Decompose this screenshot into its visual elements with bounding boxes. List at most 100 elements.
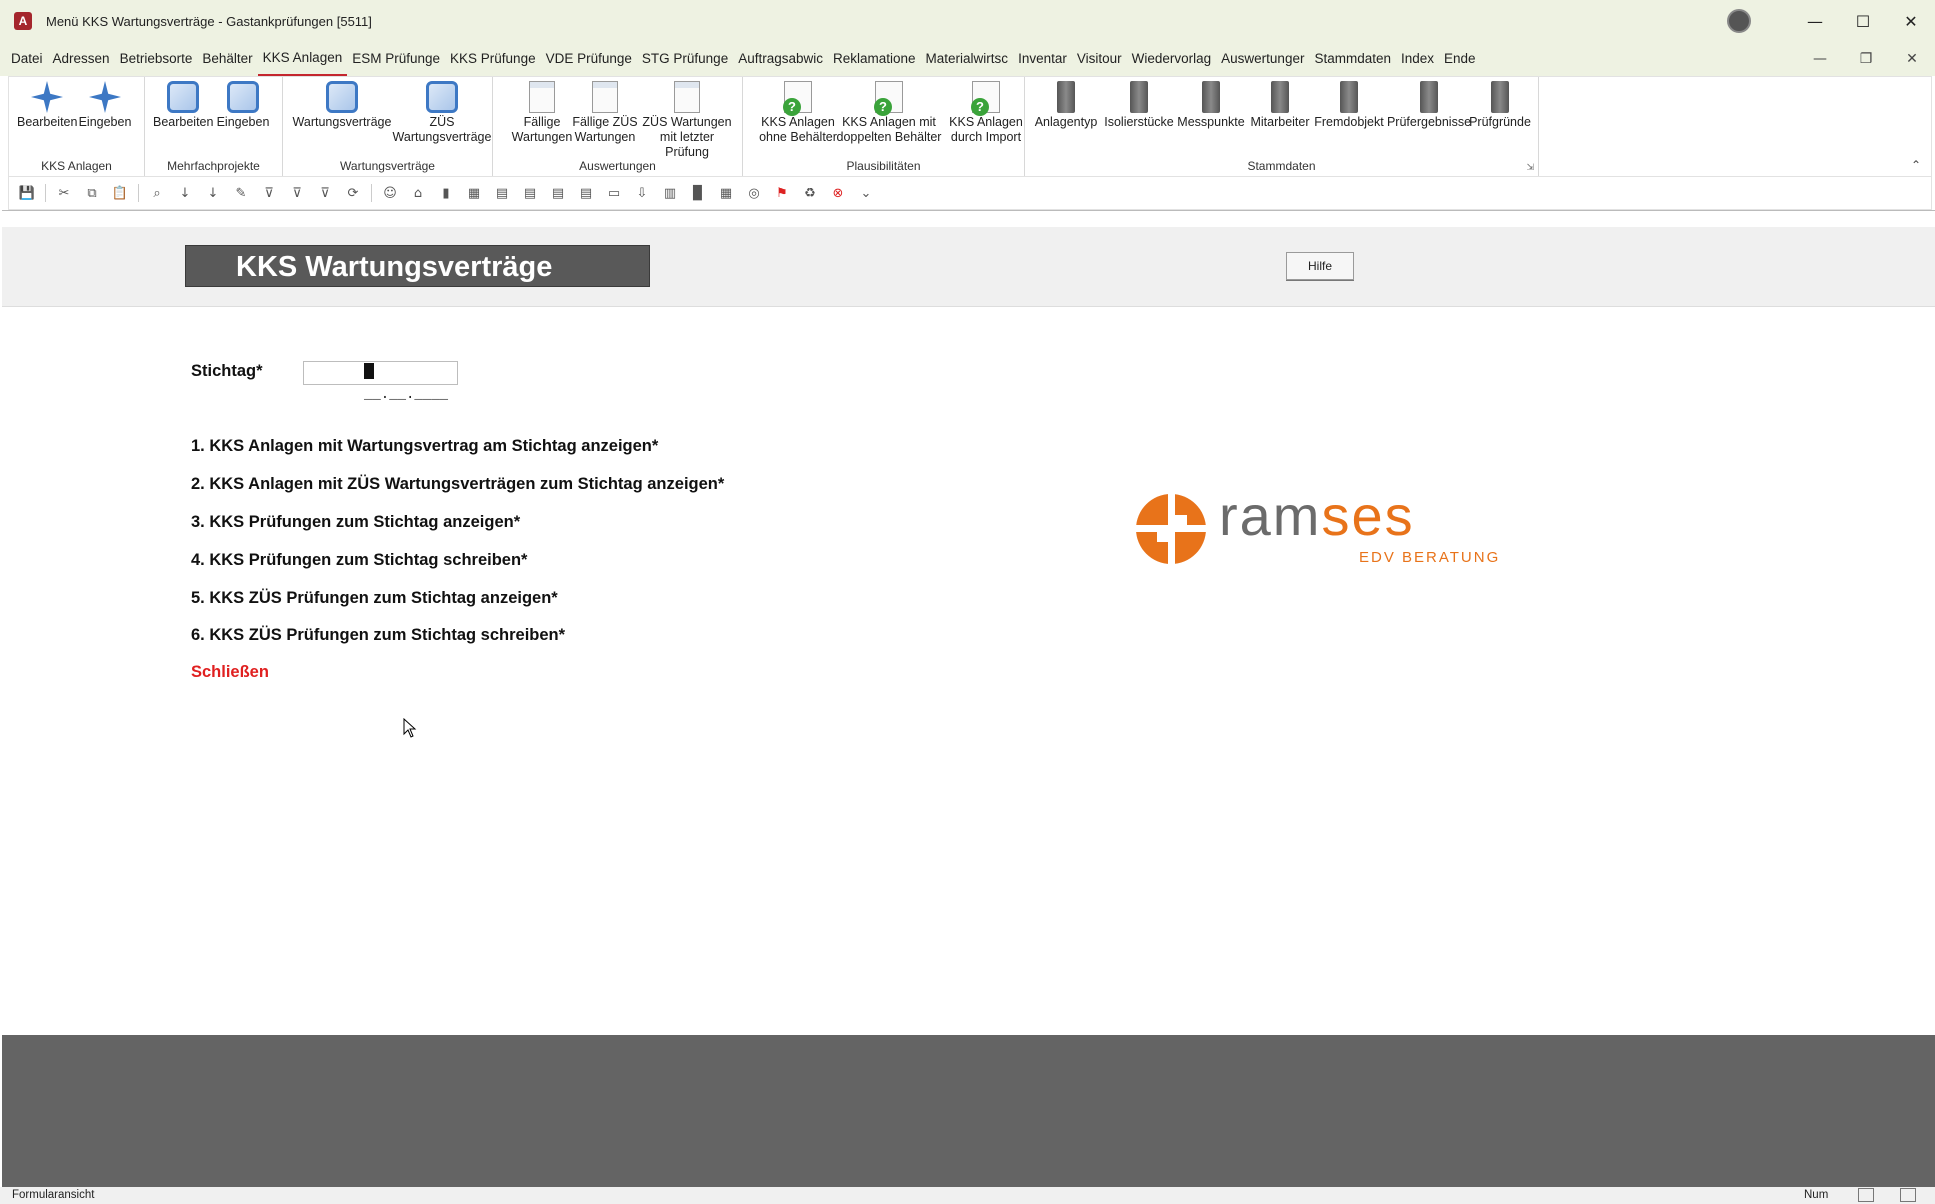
stichtag-date-input[interactable]: __.__.____: [303, 361, 458, 403]
menu-ende[interactable]: Ende: [1439, 42, 1481, 76]
menu-auswertunger[interactable]: Auswertunger: [1216, 42, 1309, 76]
ribbon-button-fällige-züs-wartungen[interactable]: Fällige ZÜS Wartungen: [569, 81, 641, 145]
menu-reklamatione[interactable]: Reklamatione: [828, 42, 921, 76]
menu-stg-prüfunge[interactable]: STG Prüfunge: [637, 42, 733, 76]
menu-visitour[interactable]: Visitour: [1072, 42, 1127, 76]
close-link[interactable]: Schließen: [191, 663, 269, 682]
ribbon-button-messpunkte[interactable]: Messpunkte: [1175, 81, 1247, 130]
ribbon-button-prüfergebnisse[interactable]: Prüfergebnisse: [1385, 81, 1473, 130]
save-icon[interactable]: 💾: [13, 182, 41, 204]
chart-icon[interactable]: ▉: [684, 182, 712, 204]
option-link-5[interactable]: 5. KKS ZÜS Prüfungen zum Stichtag anzeig…: [191, 589, 558, 608]
help-button[interactable]: Hilfe: [1286, 252, 1354, 280]
ribbon-button-isolierstücke[interactable]: Isolierstücke: [1099, 81, 1179, 130]
mdi-minimize-button[interactable]: —: [1797, 51, 1843, 67]
menu-vde-prüfunge[interactable]: VDE Prüfunge: [541, 42, 637, 76]
menu-datei[interactable]: Datei: [6, 42, 48, 76]
menu-kks-anlagen[interactable]: KKS Anlagen: [257, 42, 348, 76]
find-icon[interactable]: ⌕: [143, 182, 171, 204]
form3-icon[interactable]: ▤: [544, 182, 572, 204]
ribbon-button-kks-anlagen-ohne-behälter[interactable]: KKS Anlagen ohne Behälter: [753, 81, 843, 145]
option-link-1[interactable]: 1. KKS Anlagen mit Wartungsvertrag am St…: [191, 437, 658, 456]
stop-icon[interactable]: ⊗: [824, 182, 852, 204]
ribbon-button-mitarbeiter[interactable]: Mitarbeiter: [1245, 81, 1315, 130]
grid-icon[interactable]: ▦: [712, 182, 740, 204]
ribbon-group-label: KKS Anlagen: [41, 159, 112, 173]
menu-wiedervorlag[interactable]: Wiedervorlag: [1127, 42, 1217, 76]
ribbon-button-kks-anlagen-mit-doppelten-behälter[interactable]: KKS Anlagen mit doppelten Behälter: [835, 81, 943, 145]
ribbon-button-eingeben[interactable]: Eingeben: [75, 81, 135, 130]
form-view-icon[interactable]: [1858, 1188, 1874, 1202]
ribbon-button-fällige-wartungen[interactable]: Fällige Wartungen: [511, 81, 573, 145]
menu-behälter[interactable]: Behälter: [197, 42, 257, 76]
cut-icon[interactable]: ✂: [50, 182, 78, 204]
ramses-logo: ramses EDV BERATUNG: [1135, 489, 1498, 566]
ribbon-button-eingeben[interactable]: Eingeben: [213, 81, 273, 130]
refresh-icon[interactable]: ⟳: [339, 182, 367, 204]
option-link-6[interactable]: 6. KKS ZÜS Prüfungen zum Stichtag schrei…: [191, 626, 565, 645]
minimize-button[interactable]: —: [1791, 0, 1839, 42]
collapse-ribbon-icon[interactable]: ⌃: [1911, 158, 1921, 172]
export-icon[interactable]: ⇩: [628, 182, 656, 204]
dialog-launcher-icon[interactable]: ⇲: [1526, 162, 1534, 173]
option-link-2[interactable]: 2. KKS Anlagen mit ZÜS Wartungsverträgen…: [191, 475, 724, 494]
flag-icon[interactable]: ⚑: [768, 182, 796, 204]
mdi-restore-button[interactable]: ❐: [1843, 51, 1889, 67]
design-view-icon[interactable]: [1900, 1188, 1916, 1202]
spell-icon[interactable]: ✎: [227, 182, 255, 204]
form2-icon[interactable]: ▤: [516, 182, 544, 204]
ribbon-button-anlagentyp[interactable]: Anlagentyp: [1029, 81, 1103, 130]
sort-desc-icon[interactable]: ↓: [199, 182, 227, 204]
menu-adressen[interactable]: Adressen: [48, 42, 115, 76]
ribbon-button-bearbeiten[interactable]: Bearbeiten: [153, 81, 213, 130]
ribbon-button-prüfgründe[interactable]: Prüfgründe: [1465, 81, 1535, 130]
ribbon-button-label: Fremdobjekt: [1314, 115, 1384, 129]
menu-inventar[interactable]: Inventar: [1013, 42, 1072, 76]
menu-esm-prüfunge[interactable]: ESM Prüfunge: [347, 42, 445, 76]
sort-asc-icon[interactable]: ↓: [171, 182, 199, 204]
maximize-button[interactable]: ☐: [1839, 0, 1887, 42]
delete-icon[interactable]: ▮: [432, 182, 460, 204]
table-icon[interactable]: ▦: [460, 182, 488, 204]
people-icon[interactable]: ☺: [376, 182, 404, 204]
ribbon-button-züs-wartungsverträge[interactable]: ZÜS Wartungsverträge: [387, 81, 497, 145]
paste-icon[interactable]: 📋: [106, 182, 134, 204]
menu-stammdaten[interactable]: Stammdaten: [1309, 42, 1396, 76]
access-app-icon: A: [14, 12, 32, 30]
customize-icon[interactable]: ⌄: [852, 182, 880, 204]
menu-auftragsabwic[interactable]: Auftragsabwic: [733, 42, 828, 76]
ribbon-group-kks-anlagen: BearbeitenEingeben KKS Anlagen: [9, 77, 145, 177]
network-icon: [167, 81, 199, 113]
ribbon-button-wartungsverträge[interactable]: Wartungsverträge: [291, 81, 393, 130]
menu-betriebsorte[interactable]: Betriebsorte: [115, 42, 198, 76]
report-icon: [529, 81, 555, 113]
menu-kks-prüfunge[interactable]: KKS Prüfunge: [445, 42, 541, 76]
recycle-icon[interactable]: ♻: [796, 182, 824, 204]
ribbon-button-bearbeiten[interactable]: Bearbeiten: [17, 81, 77, 130]
copy-icon[interactable]: ⧉: [78, 182, 106, 204]
option-link-4[interactable]: 4. KKS Prüfungen zum Stichtag schreiben*: [191, 551, 527, 570]
ribbon-button-kks-anlagen-durch-import[interactable]: KKS Anlagen durch Import: [939, 81, 1033, 145]
ribbon-button-züs-wartungen-mit-letzter-prüfung[interactable]: ZÜS Wartungen mit letzter Prüfung: [637, 81, 737, 160]
ribbon-button-label: Mitarbeiter: [1250, 115, 1310, 129]
mdi-close-button[interactable]: ✕: [1889, 51, 1935, 67]
ribbon-button-fremdobjekt[interactable]: Fremdobjekt: [1313, 81, 1385, 130]
network-add-icon: [227, 81, 259, 113]
form4-icon[interactable]: ▤: [572, 182, 600, 204]
filter-icon[interactable]: ⊽: [283, 182, 311, 204]
web-icon[interactable]: ◎: [740, 182, 768, 204]
close-button[interactable]: ✕: [1887, 0, 1935, 42]
form-icon[interactable]: ▤: [488, 182, 516, 204]
option-link-3[interactable]: 3. KKS Prüfungen zum Stichtag anzeigen*: [191, 513, 520, 532]
menu-index[interactable]: Index: [1396, 42, 1439, 76]
user-avatar[interactable]: [1727, 9, 1751, 33]
datasheet-icon[interactable]: ▥: [656, 182, 684, 204]
clear-filter-icon[interactable]: ⊽: [311, 182, 339, 204]
report-icon[interactable]: ▭: [600, 182, 628, 204]
ribbon-group-auswertungen: Fällige Wartungen Fällige ZÜS Wartungen ZÜ…: [493, 77, 743, 177]
toolbar-separator: [138, 184, 139, 202]
home-icon[interactable]: ⌂: [404, 182, 432, 204]
mouse-pointer-icon: [403, 718, 417, 738]
menu-materialwirtsc[interactable]: Materialwirtsc: [921, 42, 1014, 76]
filter-selection-icon[interactable]: ⊽: [255, 182, 283, 204]
